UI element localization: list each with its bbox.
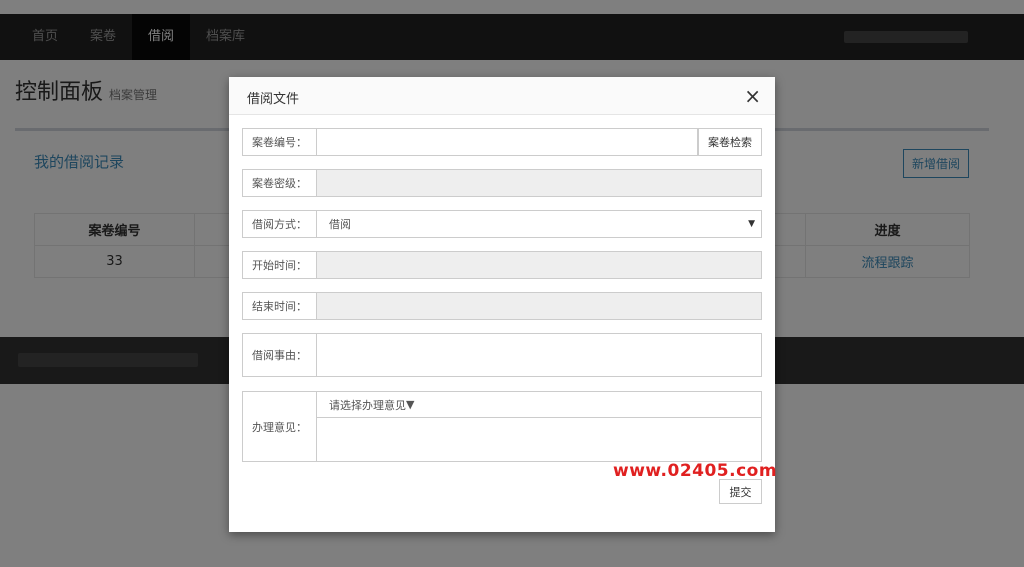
modal-header: 借阅文件 ×	[229, 77, 775, 115]
start-time-input[interactable]	[317, 251, 762, 279]
case-no-input[interactable]	[317, 128, 698, 156]
end-time-row: 结束时间：	[242, 292, 762, 320]
case-no-label: 案卷编号：	[242, 128, 317, 156]
reason-textarea[interactable]	[317, 333, 762, 377]
method-row: 借阅方式： 借阅 ▼	[242, 210, 762, 238]
modal-title: 借阅文件	[247, 92, 300, 107]
reason-row: 借阅事由：	[242, 333, 762, 377]
start-time-label: 开始时间：	[242, 251, 317, 279]
opinion-group: 请选择办理意见 ▼	[317, 391, 762, 462]
secret-level-input	[317, 169, 762, 197]
end-time-label: 结束时间：	[242, 292, 317, 320]
watermark-text: www.02405.com	[613, 461, 778, 481]
opinion-label: 办理意见：	[242, 391, 317, 462]
secret-level-label: 案卷密级：	[242, 169, 317, 197]
case-no-row: 案卷编号： 案卷检索	[242, 128, 762, 156]
borrow-file-modal: 借阅文件 × 案卷编号： 案卷检索 案卷密级： 借阅方式： 借阅 ▼ 开始时间：…	[229, 77, 778, 532]
method-select[interactable]: 借阅 ▼	[317, 210, 762, 238]
secret-level-row: 案卷密级：	[242, 169, 762, 197]
opinion-select-value: 请选择办理意见	[329, 398, 406, 412]
method-select-value: 借阅	[329, 218, 351, 231]
method-label: 借阅方式：	[242, 210, 317, 238]
close-icon[interactable]: ×	[744, 84, 761, 108]
opinion-select[interactable]: 请选择办理意见 ▼	[317, 391, 762, 418]
opinion-row: 办理意见： 请选择办理意见 ▼	[242, 391, 762, 462]
start-time-row: 开始时间：	[242, 251, 762, 279]
submit-button[interactable]: 提交	[719, 479, 762, 504]
caret-down-icon: ▼	[748, 219, 755, 229]
case-search-button[interactable]: 案卷检索	[698, 128, 762, 156]
end-time-input[interactable]	[317, 292, 762, 320]
opinion-textarea[interactable]	[317, 418, 762, 462]
reason-label: 借阅事由：	[242, 333, 317, 377]
caret-down-icon: ▼	[406, 398, 415, 411]
